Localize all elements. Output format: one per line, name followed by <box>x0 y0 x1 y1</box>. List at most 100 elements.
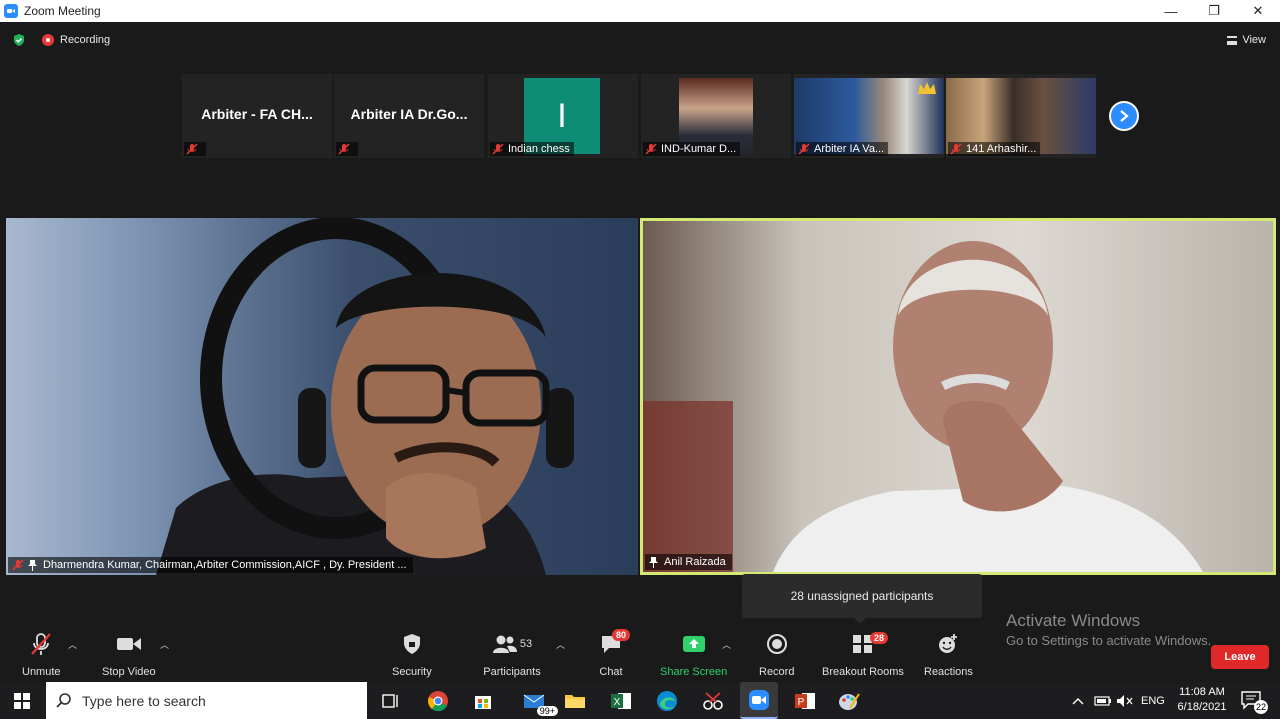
action-center-button[interactable]: 22 <box>1240 690 1268 714</box>
pin-icon <box>649 556 658 568</box>
unmute-button[interactable]: Unmute <box>22 632 61 678</box>
microsoft-store-icon[interactable] <box>470 688 496 714</box>
thumbnail-label: Indian chess <box>490 142 574 156</box>
meeting-toolbar: Unmute ︿ Stop Video ︿ Security 53 Partic… <box>0 626 1280 682</box>
excel-icon[interactable]: X <box>608 688 634 714</box>
mic-muted-icon <box>338 143 350 155</box>
audio-options-caret-icon[interactable]: ︿ <box>68 638 77 651</box>
view-grid-icon <box>1227 35 1238 45</box>
zoom-window: Zoom Meeting — ❐ ✕ Recording View Arbite… <box>0 0 1280 719</box>
chat-button[interactable]: 80 Chat <box>598 629 631 678</box>
chat-unread-badge: 80 <box>612 629 631 641</box>
mic-muted-icon <box>12 559 24 571</box>
minimize-button[interactable]: — <box>1149 0 1193 22</box>
notification-count: 22 <box>1254 700 1268 714</box>
security-label: Security <box>392 666 432 678</box>
participant-name: Anil Raizada <box>664 556 726 568</box>
task-view-icon[interactable] <box>378 688 404 714</box>
video-tile[interactable]: Dharmendra Kumar, Chairman,Arbiter Commi… <box>6 218 638 575</box>
participant-name: Indian chess <box>508 143 570 155</box>
leave-button[interactable]: Leave <box>1211 645 1269 669</box>
close-button[interactable]: ✕ <box>1236 0 1280 22</box>
video-camera-icon <box>116 638 141 650</box>
participant-thumbnail[interactable]: Arbiter - FA CH... <box>182 74 332 158</box>
participant-thumbnail[interactable]: Arbiter IA Va... <box>794 74 944 158</box>
search-placeholder: Type here to search <box>82 692 206 709</box>
encryption-shield-icon[interactable] <box>12 33 26 47</box>
participants-count: 53 <box>519 638 533 650</box>
record-button[interactable]: Record <box>759 632 794 678</box>
participant-thumbnail[interactable]: IND-Kumar D... <box>641 74 791 158</box>
thumbnail-label <box>184 142 206 156</box>
participant-thumbnail[interactable]: 141 Arhashir... <box>946 74 1096 158</box>
windows-start-icon[interactable] <box>14 693 30 709</box>
view-button[interactable]: View <box>1227 34 1266 46</box>
input-language[interactable]: ENG <box>1141 682 1165 719</box>
mic-muted-icon <box>186 143 198 155</box>
thumbnail-label: 141 Arhashir... <box>948 142 1041 156</box>
security-button[interactable]: Security <box>392 632 432 678</box>
recording-label: Recording <box>60 34 111 46</box>
breakout-rooms-label: Breakout Rooms <box>822 666 904 678</box>
svg-text:X: X <box>614 697 621 708</box>
video-tile-active-speaker[interactable]: Anil Raizada <box>640 218 1276 575</box>
video-options-caret-icon[interactable]: ︿ <box>160 638 169 651</box>
participants-label: Participants <box>483 666 541 678</box>
view-label: View <box>1242 34 1266 46</box>
zoom-taskbar-icon[interactable] <box>740 682 778 719</box>
stop-video-button[interactable]: Stop Video <box>102 632 156 678</box>
mic-muted-icon <box>645 143 657 155</box>
participants-options-caret-icon[interactable]: ︿ <box>556 638 565 651</box>
windows-taskbar: Type here to search 99+ X P ENG 11:08 AM… <box>0 682 1280 719</box>
participant-video <box>156 218 574 575</box>
restore-button[interactable]: ❐ <box>1192 0 1236 22</box>
share-options-caret-icon[interactable]: ︿ <box>722 638 731 651</box>
participant-thumbnail[interactable]: I Indian chess <box>488 74 638 158</box>
paint-icon[interactable] <box>836 688 862 714</box>
participant-name: Arbiter IA Dr.Go... <box>350 106 468 122</box>
unmute-label: Unmute <box>22 666 61 678</box>
breakout-rooms-button[interactable]: 28 Breakout Rooms <box>822 632 904 678</box>
share-screen-label: Share Screen <box>660 666 728 678</box>
recording-dot-icon <box>42 34 54 46</box>
battery-icon[interactable] <box>1094 682 1112 719</box>
volume-muted-icon[interactable] <box>1116 682 1134 719</box>
participants-button[interactable]: 53 Participants <box>482 632 542 678</box>
chrome-icon[interactable] <box>425 688 451 714</box>
clock-time: 11:08 AM <box>1179 686 1225 698</box>
snipping-tool-icon[interactable] <box>700 688 726 714</box>
breakout-tooltip: 28 unassigned participants <box>742 574 982 624</box>
mail-icon[interactable]: 99+ <box>516 688 558 716</box>
thumbnail-label <box>336 142 358 156</box>
share-screen-button[interactable]: Share Screen <box>660 632 727 678</box>
mic-muted-icon <box>492 143 504 155</box>
stop-video-label: Stop Video <box>102 666 156 678</box>
reactions-button[interactable]: Reactions <box>924 632 973 678</box>
reactions-smiley-icon <box>939 634 958 653</box>
powerpoint-icon[interactable]: P <box>792 688 818 714</box>
participant-name-bar: Anil Raizada <box>645 554 732 570</box>
svg-text:P: P <box>798 697 805 708</box>
mail-unread-badge: 99+ <box>536 706 558 716</box>
window-title: Zoom Meeting <box>24 4 101 18</box>
taskbar-clock[interactable]: 11:08 AM 6/18/2021 <box>1170 685 1234 715</box>
reactions-label: Reactions <box>924 666 973 678</box>
record-icon <box>766 634 787 654</box>
participant-name: Arbiter IA Va... <box>814 143 885 155</box>
breakout-rooms-badge: 28 <box>869 632 888 644</box>
participant-name: 141 Arhashir... <box>966 143 1037 155</box>
clock-date: 6/18/2021 <box>1177 701 1227 713</box>
mic-muted-icon <box>950 143 962 155</box>
recording-indicator[interactable]: Recording <box>42 34 110 46</box>
participant-name: Dharmendra Kumar, Chairman,Arbiter Commi… <box>43 559 407 571</box>
meeting-top-bar: Recording View <box>0 22 1280 58</box>
pin-icon <box>28 559 37 571</box>
participant-video <box>643 241 1203 572</box>
file-explorer-icon[interactable] <box>562 688 588 714</box>
next-page-button[interactable] <box>1109 101 1139 131</box>
chevron-right-icon <box>1120 110 1129 122</box>
show-hidden-icons-icon[interactable] <box>1072 682 1084 719</box>
edge-icon[interactable] <box>654 688 680 714</box>
taskbar-search-box[interactable]: Type here to search <box>46 682 367 719</box>
participant-thumbnail[interactable]: Arbiter IA Dr.Go... <box>334 74 484 158</box>
